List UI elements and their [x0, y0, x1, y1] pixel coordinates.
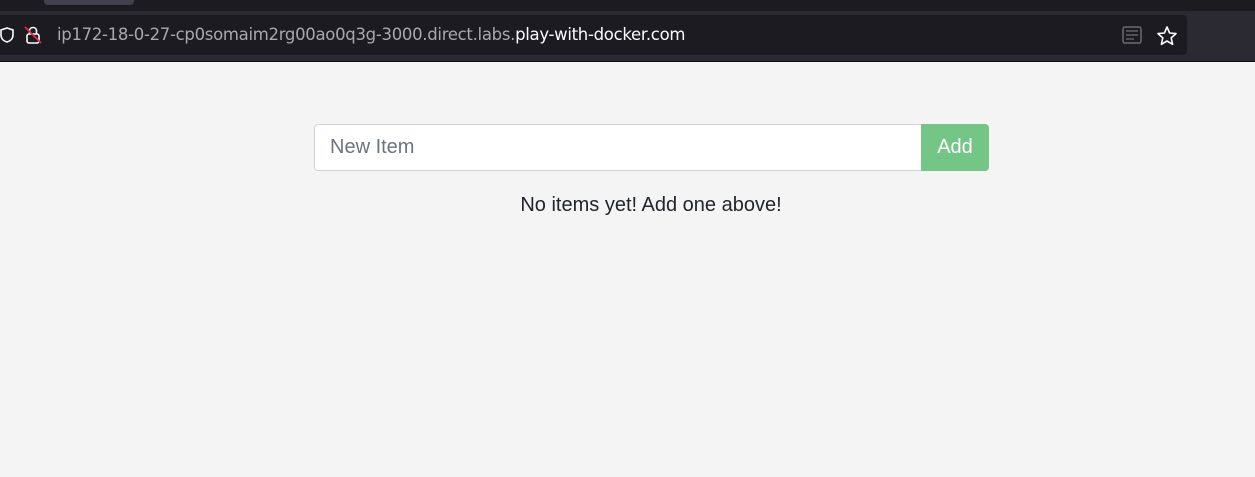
shield-icon[interactable] — [0, 27, 14, 43]
browser-toolbar: ip172-18-0-27-cp0somaim2rg00ao0q3g-3000.… — [0, 11, 1255, 62]
new-item-input[interactable] — [314, 124, 921, 171]
reader-view-icon[interactable] — [1122, 26, 1142, 44]
add-item-form: Add — [314, 124, 989, 171]
add-button[interactable]: Add — [921, 124, 989, 171]
empty-list-message: No items yet! Add one above! — [520, 194, 782, 216]
address-bar[interactable]: ip172-18-0-27-cp0somaim2rg00ao0q3g-3000.… — [0, 15, 1187, 55]
tab-strip — [0, 0, 1255, 11]
page-content: Add No items yet! Add one above! — [0, 62, 1255, 477]
url-text[interactable]: ip172-18-0-27-cp0somaim2rg00ao0q3g-3000.… — [57, 15, 685, 55]
bookmark-star-icon[interactable] — [1156, 25, 1178, 47]
url-subdomain: ip172-18-0-27-cp0somaim2rg00ao0q3g-3000.… — [57, 25, 516, 44]
active-tab[interactable] — [44, 0, 134, 5]
url-domain: play-with-docker.com — [515, 25, 686, 44]
lock-insecure-icon[interactable] — [24, 25, 42, 45]
